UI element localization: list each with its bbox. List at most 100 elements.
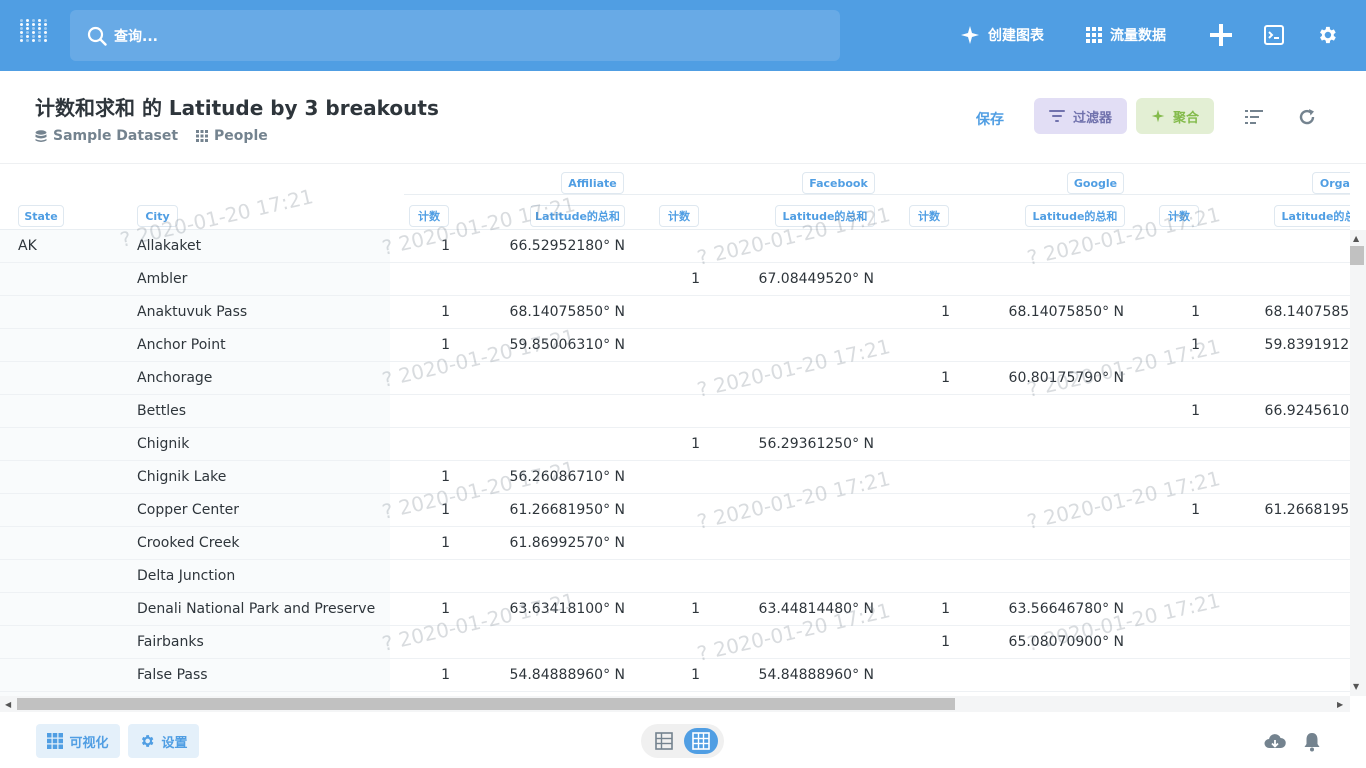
latitude-sum-cell[interactable]: 66.92456100° N xyxy=(1265,403,1350,419)
latitude-sum-cell[interactable]: 54.84888960° N xyxy=(510,667,625,683)
metric-header-latitude-sum[interactable]: Latitude的总和 xyxy=(530,205,625,227)
city-cell[interactable]: Anaktuvuk Pass xyxy=(137,304,247,320)
search-bar[interactable]: 查询... xyxy=(70,10,840,61)
filter-button[interactable]: 过滤器 xyxy=(1034,98,1127,134)
latitude-sum-cell[interactable]: 68.14075850° N xyxy=(1265,304,1350,320)
count-cell[interactable]: 1 xyxy=(941,601,950,617)
column-group-facebook[interactable]: Facebook xyxy=(802,172,875,194)
count-cell[interactable]: 1 xyxy=(441,337,450,353)
city-cell[interactable]: Bettles xyxy=(137,403,186,419)
count-cell[interactable]: 1 xyxy=(441,535,450,551)
table-row: Anchor Point 1 59.85006310° N 1 59.83919120°… xyxy=(0,329,1350,362)
city-cell[interactable]: Delta Junction xyxy=(137,568,235,584)
count-cell[interactable]: 1 xyxy=(441,304,450,320)
count-cell[interactable]: 1 xyxy=(691,667,700,683)
row-header-state[interactable]: State xyxy=(18,205,64,227)
refresh-button[interactable] xyxy=(1297,107,1317,127)
city-cell[interactable]: Copper Center xyxy=(137,502,239,518)
metric-header-count[interactable]: 计数 xyxy=(1159,205,1199,227)
city-cell[interactable]: Ambler xyxy=(137,271,187,287)
latitude-sum-cell[interactable]: 56.29361250° N xyxy=(759,436,874,452)
metric-header-count[interactable]: 计数 xyxy=(659,205,699,227)
latitude-sum-cell[interactable]: 68.14075850° N xyxy=(1009,304,1124,320)
latitude-sum-cell[interactable]: 61.86992570° N xyxy=(510,535,625,551)
column-group-organic[interactable]: Organic xyxy=(1312,172,1350,194)
alert-button[interactable] xyxy=(1301,732,1323,752)
vertical-scrollbar-thumb[interactable] xyxy=(1350,246,1364,265)
city-cell[interactable]: False Pass xyxy=(137,667,208,683)
latitude-sum-cell[interactable]: 66.52952180° N xyxy=(510,238,625,254)
column-group-affiliate[interactable]: Affiliate xyxy=(561,172,624,194)
metabase-logo-icon[interactable] xyxy=(20,19,50,51)
latitude-sum-cell[interactable]: 61.26681950° N xyxy=(510,502,625,518)
count-cell[interactable]: 1 xyxy=(691,436,700,452)
city-cell[interactable]: Anchorage xyxy=(137,370,212,386)
count-cell[interactable]: 1 xyxy=(941,304,950,320)
latitude-sum-cell[interactable]: 68.14075850° N xyxy=(510,304,625,320)
count-cell[interactable]: 1 xyxy=(441,601,450,617)
scroll-down-arrow-icon[interactable]: ▼ xyxy=(1353,682,1359,691)
latitude-sum-cell[interactable]: 63.44814480° N xyxy=(759,601,874,617)
query-editor-button[interactable] xyxy=(1244,107,1264,127)
city-cell[interactable]: Chignik Lake xyxy=(137,469,226,485)
visualization-toggle[interactable] xyxy=(684,728,718,754)
summarize-button[interactable]: 聚合 xyxy=(1136,98,1214,134)
count-cell[interactable]: 1 xyxy=(441,469,450,485)
latitude-sum-cell[interactable]: 56.26086710° N xyxy=(510,469,625,485)
latitude-sum-cell[interactable]: 59.83919120° N xyxy=(1265,337,1350,353)
metric-header-count[interactable]: 计数 xyxy=(909,205,949,227)
settings-button[interactable] xyxy=(1314,22,1340,48)
latitude-sum-cell[interactable]: 67.08449520° N xyxy=(759,271,874,287)
column-group-google[interactable]: Google xyxy=(1067,172,1124,194)
count-cell[interactable]: 1 xyxy=(1191,337,1200,353)
grid-icon xyxy=(1086,27,1102,43)
latitude-sum-cell[interactable]: 61.26681950° N xyxy=(1265,502,1350,518)
latitude-sum-cell[interactable]: 63.56646780° N xyxy=(1009,601,1124,617)
row-header-city[interactable]: City xyxy=(137,205,178,227)
city-cell[interactable]: Anchor Point xyxy=(137,337,226,353)
scroll-up-arrow-icon[interactable]: ▲ xyxy=(1353,234,1359,243)
city-cell[interactable]: Chignik xyxy=(137,436,189,452)
count-cell[interactable]: 1 xyxy=(441,238,450,254)
city-cell[interactable]: Fairbanks xyxy=(137,634,204,650)
metric-header-latitude-sum[interactable]: Latitude的总和 xyxy=(1274,205,1350,227)
visualization-label: 可视化 xyxy=(69,735,109,751)
latitude-sum-cell[interactable]: 60.80175790° N xyxy=(1009,370,1124,386)
count-cell[interactable]: 1 xyxy=(441,667,450,683)
visualization-settings-button[interactable]: 设置 xyxy=(128,724,199,758)
metric-header-latitude-sum[interactable]: Latitude的总和 xyxy=(1025,205,1125,227)
latitude-sum-cell[interactable]: 63.63418100° N xyxy=(510,601,625,617)
filter-label: 过滤器 xyxy=(1072,110,1112,126)
create-chart-button[interactable]: 创建图表 xyxy=(960,22,1044,48)
breadcrumb-database[interactable]: Sample Dataset xyxy=(35,128,178,144)
browse-data-button[interactable]: 流量数据 xyxy=(1086,22,1166,48)
city-cell[interactable]: Denali National Park and Preserve xyxy=(137,601,375,617)
new-item-button[interactable] xyxy=(1208,22,1234,48)
download-button[interactable] xyxy=(1264,732,1286,752)
metric-header-latitude-sum[interactable]: Latitude的总和 xyxy=(775,205,875,227)
scroll-left-arrow-icon[interactable]: ◀ xyxy=(5,700,11,709)
scroll-right-arrow-icon[interactable]: ▶ xyxy=(1337,700,1343,709)
vertical-scrollbar[interactable] xyxy=(1350,230,1366,696)
count-cell[interactable]: 1 xyxy=(1191,304,1200,320)
visualization-button[interactable]: 可视化 xyxy=(36,724,120,758)
count-cell[interactable]: 1 xyxy=(691,271,700,287)
city-cell[interactable]: Crooked Creek xyxy=(137,535,239,551)
count-cell[interactable]: 1 xyxy=(691,601,700,617)
horizontal-scrollbar-thumb[interactable] xyxy=(17,698,955,710)
count-cell[interactable]: 1 xyxy=(441,502,450,518)
state-cell: AK xyxy=(18,238,37,254)
latitude-sum-cell[interactable]: 59.85006310° N xyxy=(510,337,625,353)
count-cell[interactable]: 1 xyxy=(941,370,950,386)
city-cell[interactable]: Allakaket xyxy=(137,238,201,254)
metric-header-count[interactable]: 计数 xyxy=(409,205,449,227)
raw-table-toggle[interactable] xyxy=(653,731,675,751)
breadcrumb-table[interactable]: People xyxy=(196,128,268,144)
latitude-sum-cell[interactable]: 65.08070900° N xyxy=(1009,634,1124,650)
count-cell[interactable]: 1 xyxy=(1191,403,1200,419)
save-button[interactable]: 保存 xyxy=(976,109,1004,129)
count-cell[interactable]: 1 xyxy=(1191,502,1200,518)
sql-editor-button[interactable] xyxy=(1261,22,1287,48)
count-cell[interactable]: 1 xyxy=(941,634,950,650)
latitude-sum-cell[interactable]: 54.84888960° N xyxy=(759,667,874,683)
